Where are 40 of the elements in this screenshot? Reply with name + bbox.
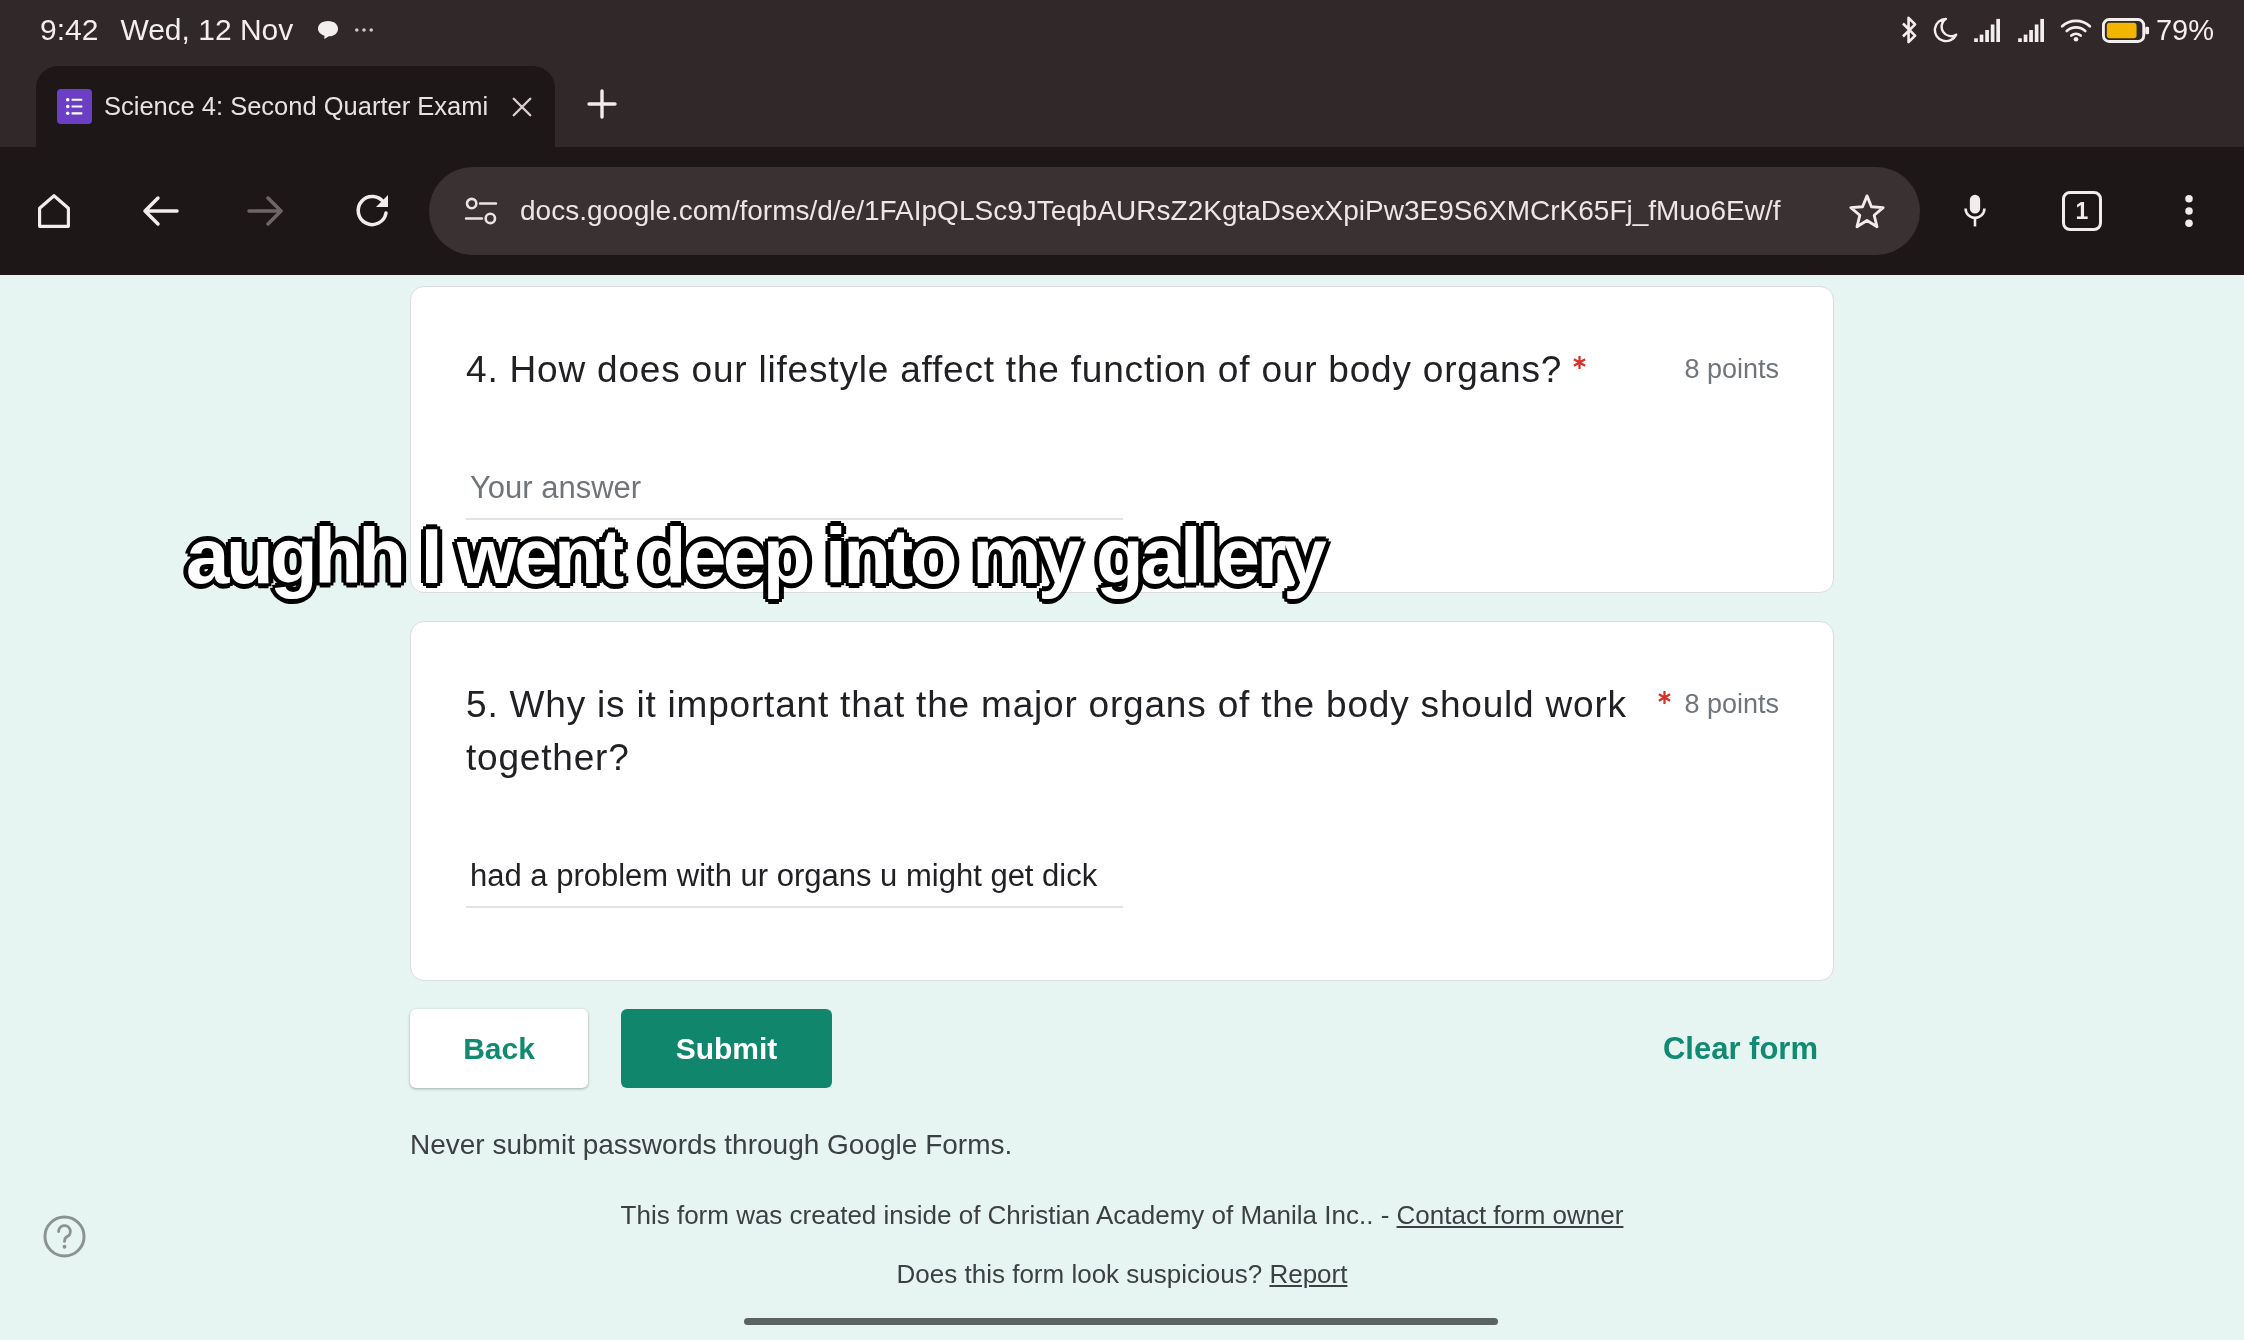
- tune-icon[interactable]: [464, 197, 498, 225]
- question-text: 4. How does our lifestyle affect the function of our body organs?: [466, 348, 1563, 392]
- status-date: Wed, 12 Nov: [120, 13, 294, 47]
- points-label: 8 points: [1683, 688, 1779, 721]
- chat-bubble-icon: [317, 20, 340, 40]
- forms-list-icon: [57, 89, 92, 124]
- signal-bars-icon: [2017, 18, 2046, 42]
- footer-text: This form was created inside of Christian Academy of Manila Inc.. - Contact form owner: [619, 1199, 1625, 1232]
- browser-tab[interactable]: Science 4: Second Quarter Exami: [36, 66, 555, 147]
- bluetooth-icon: [1900, 16, 1918, 44]
- report-link[interactable]: Report: [1269, 1259, 1348, 1289]
- points-label: 8 points: [1683, 353, 1779, 386]
- question-text: 5. Why is it important that the major organs of the body should work together?: [466, 683, 1628, 780]
- wifi-icon: [2059, 18, 2092, 42]
- report-text: Does this form look suspicious? Report: [895, 1258, 1349, 1291]
- close-icon[interactable]: [511, 95, 533, 118]
- contact-owner-link[interactable]: Contact form owner: [1396, 1200, 1624, 1230]
- moon-icon: [1931, 17, 1958, 43]
- right-arrow-icon: [247, 193, 285, 229]
- answer-field[interactable]: had a problem with ur organs u might get dick: [466, 854, 1123, 908]
- submit-button[interactable]: Submit: [621, 1009, 832, 1088]
- house-icon: [35, 193, 73, 229]
- password-notice: Never submit passwords through Google Forms.: [410, 1128, 1014, 1162]
- more-dots-icon: [355, 28, 374, 32]
- reload-icon: [353, 193, 391, 229]
- status-time: 9:42: [40, 13, 99, 47]
- signal-bars-icon: [1973, 18, 2002, 42]
- star-icon[interactable]: [1848, 193, 1886, 229]
- clear-form-button[interactable]: Clear form: [1660, 1024, 1820, 1073]
- left-arrow-icon: [141, 193, 179, 229]
- tab-switcher-button[interactable]: 1: [2062, 191, 2102, 231]
- new-tab-button[interactable]: [587, 89, 617, 119]
- battery-percent: 79%: [2155, 13, 2214, 47]
- menu-icon: [2185, 195, 2193, 227]
- battery-icon: [2101, 17, 2150, 43]
- plus-icon: [587, 89, 617, 119]
- back-button[interactable]: Back: [410, 1009, 588, 1088]
- address-bar[interactable]: docs.google.com/forms/d/e/1FAIpQLSc9JTeqbAURsZ2KgtaDsexXpiPw3E9S6XMCrK65Fj_fMuo6Ew/f: [429, 167, 1920, 255]
- help-icon[interactable]: [43, 1215, 86, 1258]
- answer-field[interactable]: Your answer: [466, 466, 1123, 520]
